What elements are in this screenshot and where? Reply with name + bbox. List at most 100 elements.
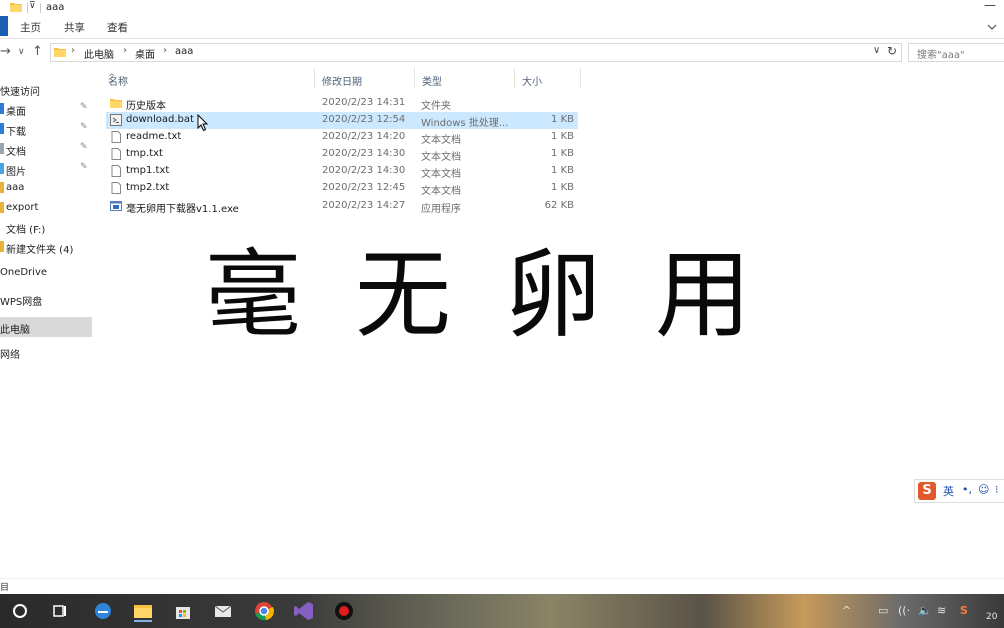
sogou-tray-icon[interactable]: S	[960, 604, 968, 617]
chevron-right-icon[interactable]: ›	[123, 45, 127, 56]
title-bar: ⊽ aaa —	[0, 0, 1004, 16]
column-header-size[interactable]: 大小	[514, 68, 581, 88]
wifi-icon[interactable]: ((·	[898, 604, 910, 617]
column-header-date[interactable]: 修改日期	[314, 68, 415, 88]
chevron-right-icon[interactable]: ›	[71, 45, 75, 56]
ime-punctuation-icon[interactable]: •,	[962, 483, 972, 496]
file-size: 1 KB	[551, 182, 574, 193]
file-row[interactable]: 历史版本 2020/2/23 14:31 文件夹	[106, 95, 578, 112]
nav-item-wps-drive[interactable]: WPS网盘	[0, 290, 92, 308]
file-row[interactable]: readme.txt 2020/2/23 14:20 文本文档 1 KB	[106, 129, 578, 146]
nav-item-pictures[interactable]: 图片 ✎	[0, 160, 92, 178]
tray-overflow-icon[interactable]: ^	[842, 604, 851, 617]
nav-item-desktop[interactable]: 桌面 ✎	[0, 100, 92, 118]
folder-icon	[0, 241, 4, 252]
ime-emoji-icon[interactable]: ☺	[978, 483, 989, 496]
up-arrow-icon[interactable]: ↑	[32, 44, 43, 59]
file-explorer-icon[interactable]	[131, 599, 155, 623]
file-row[interactable]: download.bat 2020/2/23 12:54 Windows 批处理…	[106, 112, 578, 129]
nav-item-new-folder-4[interactable]: 新建文件夹 (4)	[0, 238, 92, 256]
nav-item-network[interactable]: 网络	[0, 343, 92, 361]
exe-file-icon	[110, 201, 122, 211]
recent-dropdown-icon[interactable]: ∨	[18, 47, 25, 57]
search-placeholder: 搜索"aaa"	[917, 50, 965, 61]
nav-item-aaa[interactable]: aaa	[0, 179, 92, 197]
column-header-label: 类型	[422, 77, 442, 88]
nav-item-this-pc[interactable]: 此电脑	[0, 317, 92, 337]
visual-studio-icon[interactable]	[292, 599, 316, 623]
file-date: 2020/2/23 14:30	[322, 148, 406, 159]
recorder-icon[interactable]	[332, 599, 356, 623]
pictures-icon	[0, 163, 4, 174]
refresh-icon[interactable]: ↻	[887, 44, 897, 58]
nav-item-label: 此电脑	[0, 325, 30, 336]
ime-more-icon[interactable]: ⁝	[995, 483, 999, 496]
navigation-pane: 快速访问 桌面 ✎ 下载 ✎ 文档 ✎ 图片 ✎ aaa export 文档 (…	[0, 66, 92, 578]
file-row[interactable]: tmp1.txt 2020/2/23 14:30 文本文档 1 KB	[106, 163, 578, 180]
search-input[interactable]: 搜索"aaa"	[908, 43, 1004, 62]
nav-item-onedrive[interactable]: OneDrive	[0, 264, 92, 282]
sogou-logo-icon[interactable]: S	[918, 482, 936, 500]
tab-share[interactable]: 共享	[64, 20, 85, 35]
tab-home[interactable]: 主页	[20, 20, 41, 35]
folder-icon	[10, 3, 22, 12]
breadcrumb-desktop[interactable]: 桌面	[135, 46, 155, 61]
file-size: 1 KB	[551, 148, 574, 159]
column-header-name[interactable]: 名称 ^	[100, 68, 315, 88]
batch-file-icon	[110, 114, 122, 126]
pin-icon[interactable]: ✎	[80, 142, 88, 152]
pin-icon[interactable]: ✎	[80, 102, 88, 112]
back-arrow-icon[interactable]: →	[0, 44, 11, 59]
file-type: 文本文档	[421, 186, 461, 197]
file-row[interactable]: 毫无卵用下载器v1.1.exe 2020/2/23 14:27 应用程序 62 …	[106, 198, 578, 215]
tab-view[interactable]: 查看	[107, 20, 128, 35]
nav-item-export[interactable]: export	[0, 199, 92, 217]
ime-toolbar[interactable]: S 英 •, ☺ ⁝	[914, 479, 1004, 503]
folder-icon	[0, 202, 4, 213]
text-file-icon	[111, 165, 121, 177]
text-file-icon	[111, 182, 121, 194]
nav-item-drive-f[interactable]: 文档 (F:)	[0, 218, 92, 236]
nav-item-label: export	[6, 202, 39, 213]
title-separator	[27, 3, 28, 13]
quick-access-dropdown-icon[interactable]: ⊽	[29, 1, 36, 11]
pin-icon[interactable]: ✎	[80, 122, 88, 132]
title-separator	[40, 3, 41, 13]
folder-icon	[54, 48, 66, 57]
file-type: 文件夹	[421, 101, 451, 112]
nav-item-downloads[interactable]: 下载 ✎	[0, 120, 92, 138]
cortana-icon[interactable]	[8, 599, 32, 623]
edge-icon[interactable]	[91, 599, 115, 623]
mail-icon[interactable]	[211, 599, 235, 623]
nav-item-quick-access[interactable]: 快速访问	[0, 80, 92, 98]
column-header-type[interactable]: 类型	[414, 68, 515, 88]
volume-icon[interactable]: 🔈	[918, 604, 932, 617]
file-tab[interactable]	[0, 16, 8, 36]
text-file-icon	[111, 131, 121, 143]
ribbon-expand-icon[interactable]	[984, 22, 1004, 32]
store-icon[interactable]	[171, 599, 195, 623]
breadcrumb-this-pc[interactable]: 此电脑	[84, 46, 114, 61]
address-bar[interactable]: › 此电脑 › 桌面 › aaa ∨ ↻	[50, 43, 902, 62]
tray-device-icon[interactable]: ▭	[878, 604, 888, 617]
clock-text[interactable]: 20	[986, 612, 997, 622]
chevron-right-icon[interactable]: ›	[163, 45, 167, 56]
file-row[interactable]: tmp.txt 2020/2/23 14:30 文本文档 1 KB	[106, 146, 578, 163]
nav-item-label: WPS网盘	[0, 297, 43, 308]
nav-item-documents[interactable]: 文档 ✎	[0, 140, 92, 158]
minimize-button[interactable]: —	[976, 0, 1004, 14]
ime-mode-english[interactable]: 英	[943, 483, 954, 499]
window-title: aaa	[46, 2, 65, 13]
chrome-icon[interactable]	[252, 599, 276, 623]
column-headers: 名称 ^ 修改日期 类型 大小	[100, 68, 581, 88]
chevron-down-icon[interactable]: ∨	[873, 45, 880, 56]
task-view-icon[interactable]	[48, 599, 72, 623]
file-type: Windows 批处理...	[421, 118, 509, 129]
file-date: 2020/2/23 12:54	[322, 114, 406, 125]
breadcrumb-aaa[interactable]: aaa	[175, 46, 193, 57]
pin-icon[interactable]: ✎	[80, 162, 88, 172]
file-size: 62 KB	[544, 200, 574, 211]
input-indicator-icon[interactable]: ≋	[937, 604, 946, 617]
file-row[interactable]: tmp2.txt 2020/2/23 12:45 文本文档 1 KB	[106, 180, 578, 197]
documents-icon	[0, 143, 4, 154]
